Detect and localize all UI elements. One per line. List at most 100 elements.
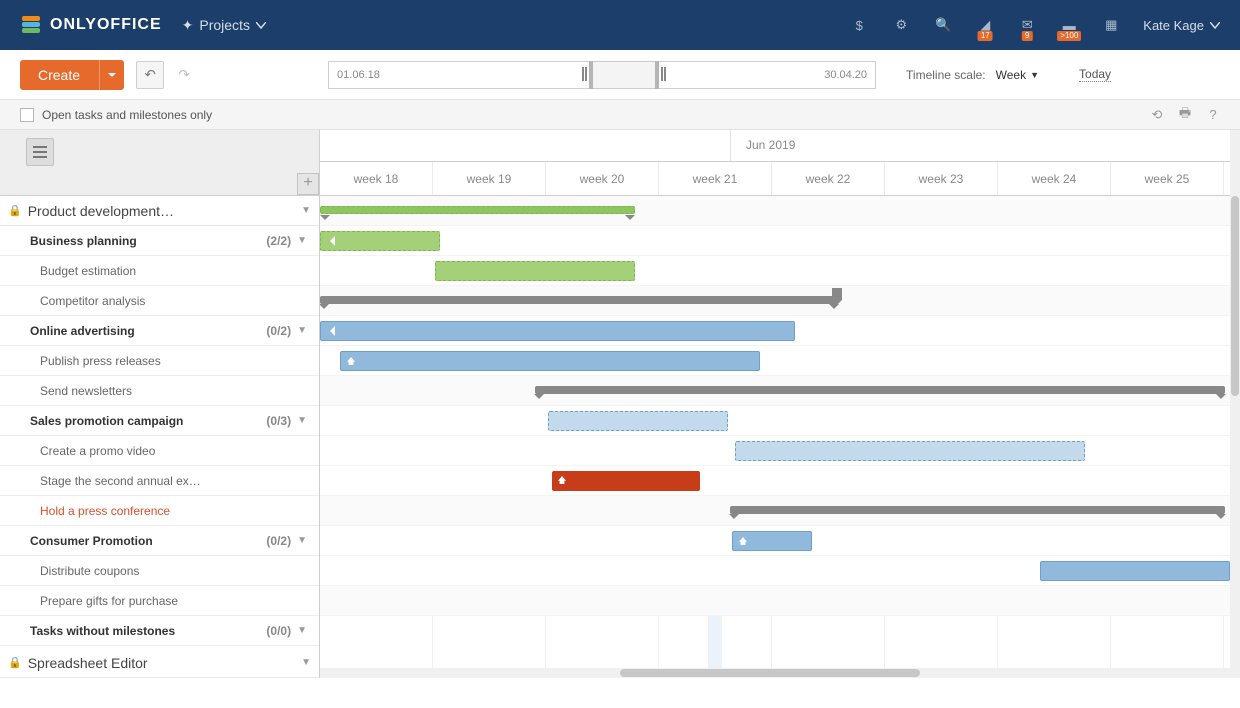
search-icon[interactable]: 🔍 — [933, 15, 953, 35]
project-header[interactable]: 🔒 Spreadsheet Editor ▼ — [0, 648, 319, 678]
add-project-button[interactable]: + — [297, 173, 319, 195]
task-rows: Business planning(2/2)▼Budget estimation… — [0, 226, 319, 648]
gantt-bar[interactable] — [340, 351, 760, 371]
task-row[interactable]: Distribute coupons — [0, 556, 319, 586]
row-count: (0/0) — [266, 624, 291, 638]
user-menu[interactable]: Kate Kage — [1143, 18, 1220, 33]
week-column: week 24 — [998, 162, 1111, 195]
print-icon[interactable]: 🖶 — [1178, 108, 1192, 122]
task-row[interactable]: Stage the second annual ex… — [0, 466, 319, 496]
history-buttons: ↶ ↷ — [136, 61, 198, 89]
milestone-row[interactable]: Business planning(2/2)▼ — [0, 226, 319, 256]
toolbar: Create ↶ ↷ 01.06.18 30.04.20 Timeline sc… — [0, 50, 1240, 100]
task-row[interactable]: Send newsletters — [0, 376, 319, 406]
gantt-bar[interactable] — [435, 261, 635, 281]
row-name: Budget estimation — [40, 264, 307, 278]
task-row[interactable]: Prepare gifts for purchase — [0, 586, 319, 616]
row-count: (2/2) — [266, 234, 291, 248]
chevron-down-icon: ▼ — [297, 235, 307, 246]
milestone-marker[interactable] — [832, 288, 842, 300]
chevron-down-icon: ▼ — [297, 535, 307, 546]
row-name: Send newsletters — [40, 384, 307, 398]
mail-badge: 9 — [1022, 31, 1032, 41]
task-row[interactable]: Competitor analysis — [0, 286, 319, 316]
gantt-bar[interactable] — [552, 471, 700, 491]
vertical-scrollbar[interactable] — [1230, 130, 1240, 678]
module-dropdown[interactable]: ✦ Projects — [182, 17, 266, 34]
header-actions: $ ⚙ 🔍 ◢17 ✉9 ▬>100 ▦ Kate Kage — [849, 15, 1220, 35]
gantt-bar[interactable] — [548, 411, 728, 431]
redo-button[interactable]: ↷ — [170, 61, 198, 89]
scroll-thumb[interactable] — [1231, 196, 1239, 396]
row-name: Consumer Promotion — [30, 534, 266, 548]
gantt-month-header: Jun 2019 — [320, 130, 1240, 162]
gantt-bar[interactable] — [535, 386, 1225, 394]
milestone-row[interactable]: Consumer Promotion(0/2)▼ — [0, 526, 319, 556]
month-label: Jun 2019 — [746, 138, 795, 152]
row-name: Create a promo video — [40, 444, 307, 458]
gantt-chart: Jun 2019 week 18week 19week 20week 21wee… — [320, 130, 1240, 678]
refresh-icon[interactable]: ⟲ — [1150, 108, 1164, 122]
timeline-window[interactable] — [589, 61, 659, 89]
timeline-scale: Timeline scale: Week ▼ — [906, 68, 1039, 82]
milestone-row[interactable]: Online advertising(0/2)▼ — [0, 316, 319, 346]
help-icon[interactable]: ? — [1206, 108, 1220, 122]
scale-label: Timeline scale: — [906, 68, 986, 82]
row-name: Hold a press conference — [40, 504, 307, 518]
payments-icon[interactable]: $ — [849, 15, 869, 35]
gantt-bar[interactable] — [735, 441, 1085, 461]
chat-badge: >100 — [1057, 31, 1081, 41]
list-menu-button[interactable] — [26, 138, 54, 166]
gantt-grid[interactable] — [320, 196, 1240, 678]
milestone-row[interactable]: Tasks without milestones(0/0)▼ — [0, 616, 319, 646]
project-header[interactable]: 🔒 Product development… ▼ — [0, 196, 319, 226]
chevron-down-icon: ▼ — [1030, 70, 1039, 80]
today-link[interactable]: Today — [1079, 67, 1111, 82]
gantt-bar[interactable] — [1040, 561, 1230, 581]
mail-icon[interactable]: ✉9 — [1017, 15, 1037, 35]
settings-icon[interactable]: ⚙ — [891, 15, 911, 35]
week-column: week 19 — [433, 162, 546, 195]
arrow-left-icon — [325, 236, 335, 246]
chevron-down-icon: ▼ — [297, 415, 307, 426]
task-row[interactable]: Publish press releases — [0, 346, 319, 376]
gantt-bar[interactable] — [730, 506, 1225, 514]
create-button[interactable]: Create — [20, 60, 124, 90]
row-name: Prepare gifts for purchase — [40, 594, 307, 608]
gantt-bar[interactable] — [320, 321, 795, 341]
scale-dropdown[interactable]: Week ▼ — [996, 68, 1039, 82]
week-column: week 23 — [885, 162, 998, 195]
chat-icon[interactable]: ▬>100 — [1059, 15, 1079, 35]
chevron-down-icon — [1210, 22, 1220, 29]
row-name: Publish press releases — [40, 354, 307, 368]
brand-name: ONLYOFFICE — [50, 16, 162, 34]
gantt-bar[interactable] — [320, 206, 635, 214]
open-only-checkbox[interactable] — [20, 108, 34, 122]
row-name: Online advertising — [30, 324, 266, 338]
pin-icon — [739, 537, 747, 545]
row-name: Distribute coupons — [40, 564, 307, 578]
undo-button[interactable]: ↶ — [136, 61, 164, 89]
task-row[interactable]: Create a promo video — [0, 436, 319, 466]
week-column: week 25 — [1111, 162, 1224, 195]
row-name: Stage the second annual ex… — [40, 474, 307, 488]
horizontal-scrollbar[interactable] — [320, 668, 1230, 678]
gantt-bar[interactable] — [320, 231, 440, 251]
task-row[interactable]: Budget estimation — [0, 256, 319, 286]
app-logo[interactable]: ONLYOFFICE — [20, 14, 162, 36]
week-column: week 18 — [320, 162, 433, 195]
calendar-icon[interactable]: ▦ — [1101, 15, 1121, 35]
arrow-left-icon — [325, 326, 335, 336]
gantt-bar[interactable] — [732, 531, 812, 551]
task-row[interactable]: Hold a press conference — [0, 496, 319, 526]
milestone-row[interactable]: Sales promotion campaign(0/3)▼ — [0, 406, 319, 436]
week-column: week 22 — [772, 162, 885, 195]
feed-icon[interactable]: ◢17 — [975, 15, 995, 35]
chevron-down-icon: ▼ — [297, 325, 307, 336]
timeline-overview[interactable]: 01.06.18 30.04.20 — [328, 61, 876, 89]
main-area: + 🔒 Product development… ▼ Business plan… — [0, 130, 1240, 678]
gantt-bar[interactable] — [320, 296, 838, 304]
scroll-thumb[interactable] — [620, 669, 920, 677]
feed-badge: 17 — [978, 31, 993, 41]
onlyoffice-icon — [20, 14, 42, 36]
